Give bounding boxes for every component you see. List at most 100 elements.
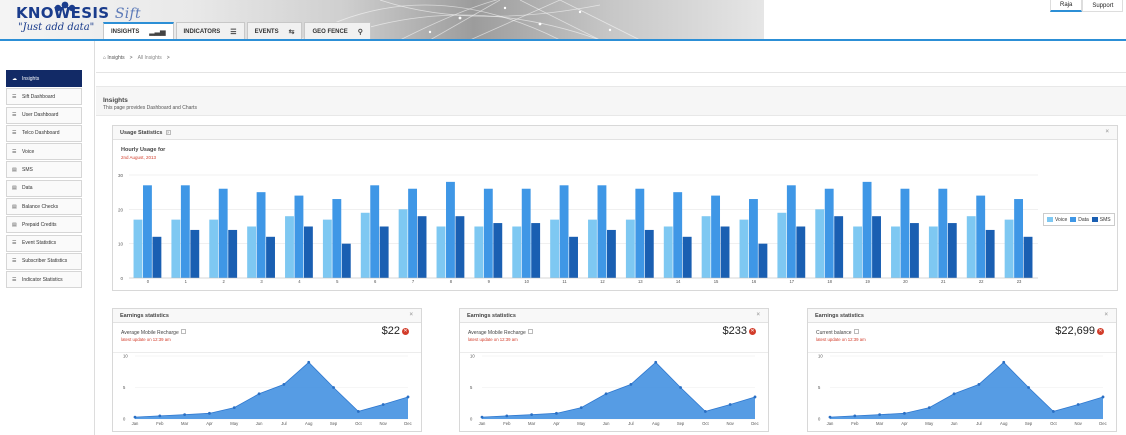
data-point	[208, 411, 211, 415]
user-link[interactable]: Raja	[1050, 0, 1083, 12]
map-marker-icon: ⚲	[357, 28, 363, 36]
y-tick-label: 10	[470, 354, 475, 359]
logo-mark-icon	[54, 1, 76, 12]
x-tick-label: 5	[336, 279, 339, 284]
x-tick-label: Jun	[603, 421, 610, 426]
earnings-area-chart: 0 5 10 Jan Feb Mar Apr May Jun Jul Aug Sep Oct Nov Dec	[470, 354, 759, 427]
page-subtitle: This page provides Dashboard and Charts	[103, 105, 197, 111]
bar-data	[483, 188, 493, 278]
x-tick-label: Jan	[479, 421, 486, 426]
support-link[interactable]: Support	[1082, 0, 1124, 12]
list-icon: ☰	[12, 148, 17, 155]
x-tick-label: Oct	[1050, 421, 1057, 426]
bar-sms	[417, 216, 427, 278]
x-tick-label: Apr	[553, 421, 560, 426]
data-point	[604, 392, 608, 396]
data-point	[505, 414, 509, 418]
data-point	[530, 413, 534, 416]
bar-voice	[474, 226, 484, 278]
table-icon: ▤	[12, 185, 17, 192]
bar-voice	[625, 219, 635, 278]
x-tick-label: Feb	[851, 421, 859, 426]
data-point	[828, 415, 832, 419]
sidebar-item-user-dashboard[interactable]: ☰ User Dashboard	[6, 106, 82, 124]
legend-label: Data	[1078, 216, 1089, 223]
bar-voice	[322, 219, 332, 278]
earnings-panel: Earnings statistics × Average Mobile Rec…	[459, 308, 769, 432]
list-icon: ☰	[12, 258, 17, 265]
bar-data	[786, 185, 796, 278]
breadcrumb-home[interactable]: ⌂ Insights	[103, 55, 125, 61]
x-tick-label: 3	[260, 279, 263, 284]
sidebar-item-subscriber-statistics[interactable]: ☰ Subscriber Statistics	[6, 252, 82, 270]
sidebar-item-label: Subscriber Statistics	[22, 258, 68, 265]
sidebar-item-label: SMS	[22, 166, 33, 173]
sidebar-item-voice[interactable]: ☰ Voice	[6, 143, 82, 161]
y-tick-label: 10	[123, 354, 128, 359]
legend-item-data[interactable]: Data	[1070, 217, 1089, 223]
x-tick-label: Sep	[1025, 421, 1033, 426]
sidebar-item-label: Balance Checks	[22, 203, 59, 210]
sidebar-item-label: Insights	[22, 75, 40, 82]
bar-voice	[285, 216, 294, 278]
bar-sms	[720, 226, 730, 278]
cloud-icon: ☁	[12, 75, 17, 82]
tab-label: EVENTS	[254, 28, 279, 35]
tab-geo-fence[interactable]: GEO FENCE ⚲	[304, 22, 371, 40]
breadcrumb-current[interactable]: All Insights	[138, 55, 162, 61]
y-tick-label: 5	[818, 385, 821, 390]
bar-voice	[928, 226, 938, 278]
bar-sms	[872, 216, 881, 278]
y-tick-label: 5	[123, 385, 126, 390]
bar-chart-icon: ▂▃▅	[149, 29, 166, 36]
earnings-panel: Earnings statistics × Average Mobile Rec…	[112, 308, 422, 432]
bar-sms	[152, 236, 162, 278]
bar-data	[976, 195, 986, 278]
x-tick-label: 14	[676, 279, 681, 284]
y-tick-label: 20	[118, 207, 124, 212]
sidebar: ☁ Insights ☰ Sift Dashboard ☰ User Dashboar…	[0, 41, 95, 435]
bar-voice	[815, 209, 825, 278]
bar-voice	[1004, 219, 1014, 278]
sidebar-item-label: Voice	[22, 148, 35, 155]
bar-data	[559, 185, 569, 278]
tab-indicators[interactable]: INDICATORS ☰	[175, 22, 245, 40]
tab-insights[interactable]: INSIGHTS ▂▃▅	[103, 22, 174, 40]
bar-sms	[531, 223, 541, 278]
x-tick-label: Jul	[976, 421, 981, 426]
tab-label: INSIGHTS	[111, 29, 140, 35]
bar-voice	[398, 209, 408, 278]
sidebar-item-prepaid-credits[interactable]: ▤ Prepaid Credits	[6, 216, 82, 234]
x-tick-label: 16	[752, 279, 757, 284]
data-point	[1101, 395, 1105, 399]
bar-voice	[739, 219, 749, 278]
data-point	[307, 360, 311, 364]
retweet-icon: ⇆	[288, 28, 295, 36]
header-divider	[0, 39, 1126, 41]
sidebar-item-balance-checks[interactable]: ▤ Balance Checks	[6, 198, 82, 216]
tab-events[interactable]: EVENTS ⇆	[246, 22, 303, 40]
x-tick-label: 0	[147, 279, 150, 284]
x-tick-label: Apr	[206, 421, 213, 426]
x-tick-label: 13	[638, 279, 643, 284]
sidebar-item-indicator-statistics[interactable]: ☰ Indicator Statistics	[6, 271, 82, 289]
bar-voice	[777, 212, 787, 278]
data-point	[133, 415, 137, 419]
breadcrumb-home-label: Insights	[107, 55, 125, 61]
bar-data	[143, 185, 152, 278]
chart-legend: Voice Data SMS	[1043, 213, 1115, 226]
sidebar-item-event-statistics[interactable]: ☰ Event Statistics	[6, 234, 82, 252]
sidebar-item-sms[interactable]: ▤ SMS	[6, 161, 82, 179]
sidebar-item-telco-dashboard[interactable]: ☰ Telco Dashboard	[6, 124, 82, 142]
sidebar-item-data[interactable]: ▤ Data	[6, 179, 82, 197]
list-icon: ☰	[12, 93, 17, 100]
legend-item-voice[interactable]: Voice	[1047, 217, 1067, 223]
x-tick-label: Nov	[379, 421, 387, 426]
sidebar-item-sift-dashboard[interactable]: ☰ Sift Dashboard	[6, 88, 82, 106]
sidebar-item-insights[interactable]: ☁ Insights	[6, 70, 82, 87]
legend-item-sms[interactable]: SMS	[1091, 217, 1111, 223]
x-tick-label: Mar	[528, 421, 536, 426]
sidebar-item-label: Telco Dashboard	[22, 130, 60, 137]
bar-voice	[360, 212, 370, 278]
bar-data	[370, 185, 380, 278]
